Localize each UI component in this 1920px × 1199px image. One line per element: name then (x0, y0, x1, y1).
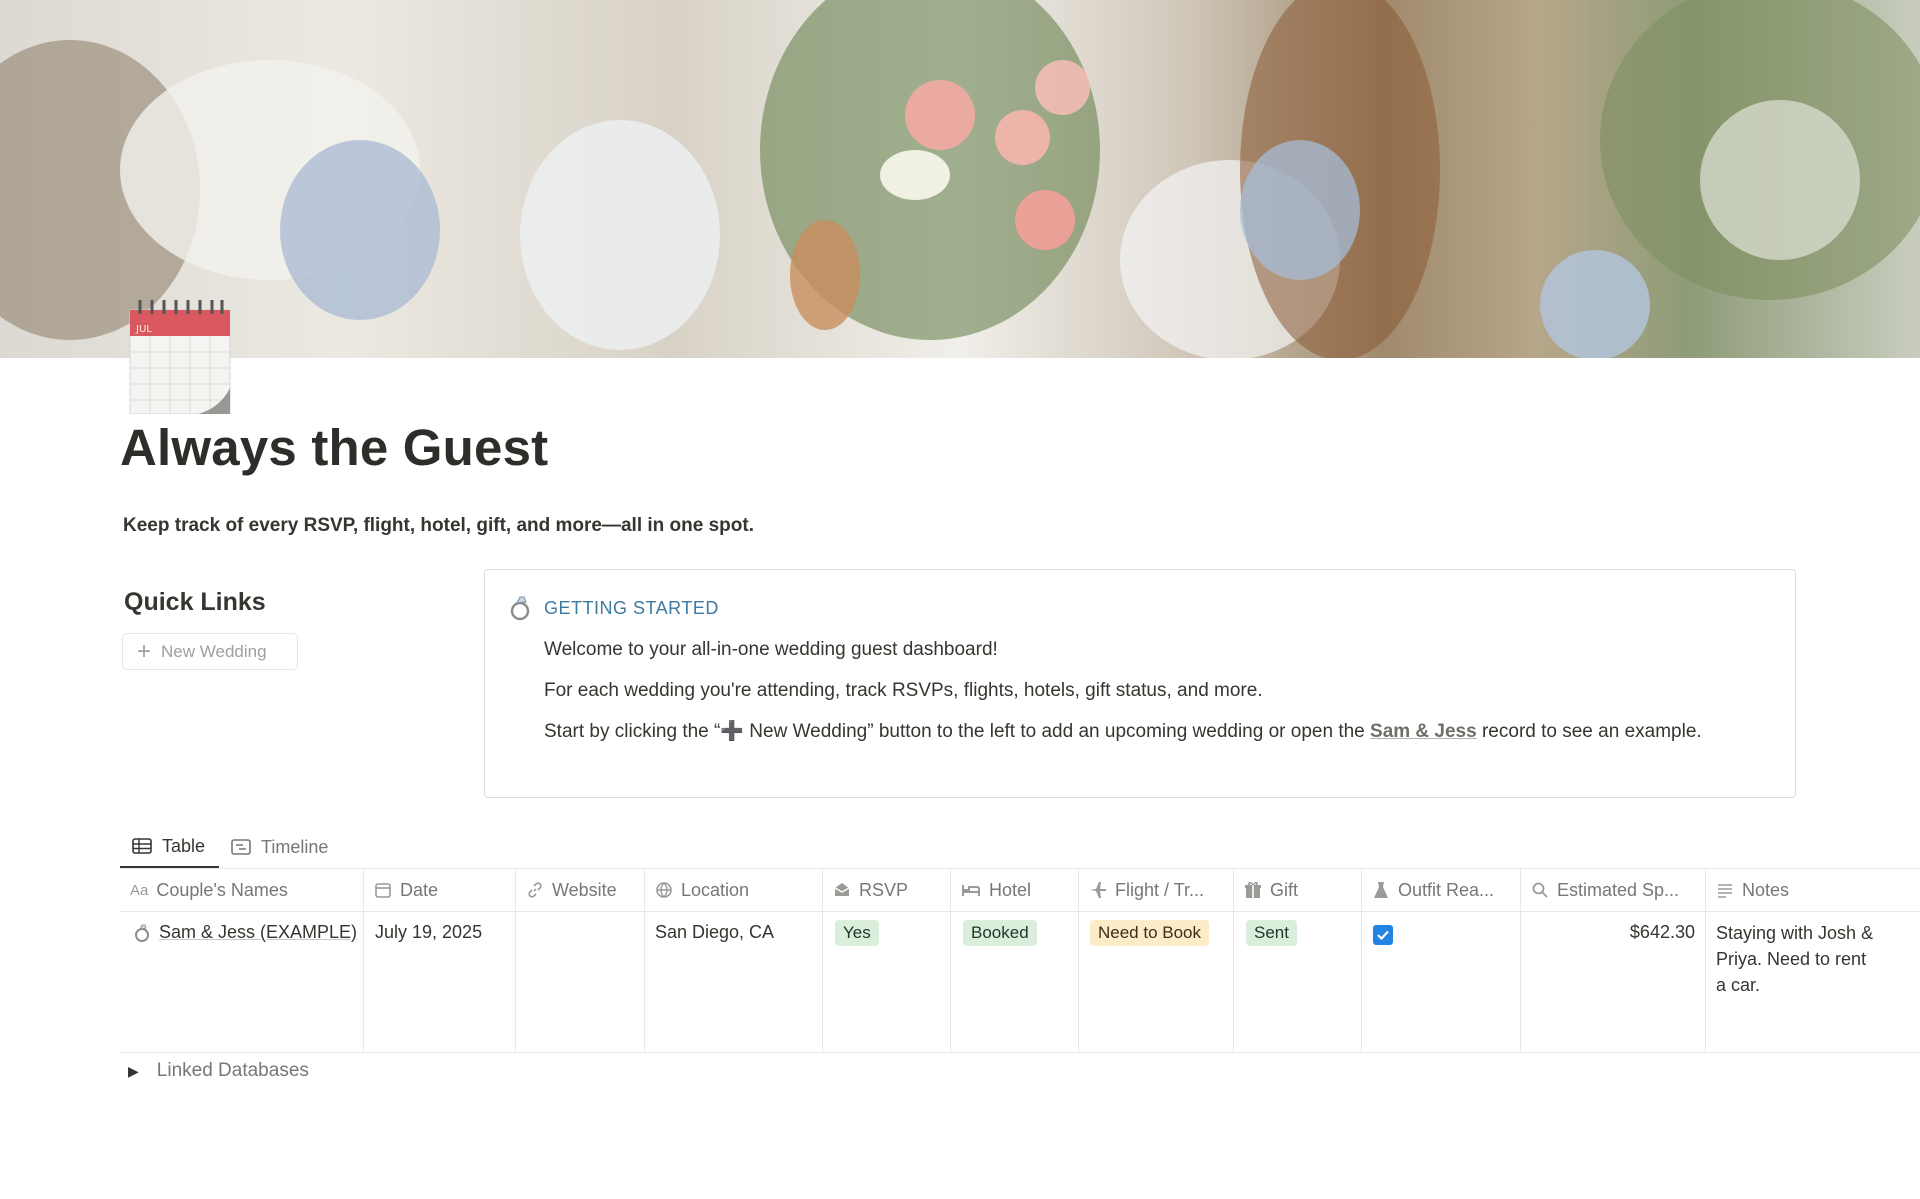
flight-tag: Need to Book (1090, 920, 1210, 946)
column-couples-names[interactable]: Aa Couple's Names (120, 869, 364, 911)
cell-date[interactable]: July 19, 2025 (375, 922, 482, 943)
calendar-icon[interactable]: JUL (128, 296, 232, 415)
cell-estimated-spend[interactable]: $642.30 (1521, 922, 1695, 943)
gift-tag: Sent (1246, 920, 1297, 946)
outfit-ready-checkbox[interactable] (1373, 925, 1393, 945)
globe-icon (656, 882, 672, 898)
hotel-tag: Booked (963, 920, 1037, 946)
weddings-table: Aa Couple's Names Date Website Location … (120, 868, 1920, 1053)
ring-icon (507, 594, 535, 622)
table-icon (132, 838, 152, 854)
linked-databases-label: Linked Databases (156, 1060, 309, 1081)
column-label: Date (400, 879, 439, 900)
quick-links-heading: Quick Links (124, 588, 266, 616)
page-title[interactable]: Always the Guest (120, 418, 548, 477)
gift-icon (1245, 882, 1261, 898)
new-wedding-button[interactable]: + New Wedding (122, 633, 298, 670)
linked-databases-toggle[interactable]: ▶ Linked Databases (128, 1060, 309, 1082)
page-subtitle: Keep track of every RSVP, flight, hotel,… (123, 515, 754, 536)
tab-table-label: Table (162, 835, 206, 856)
table-row[interactable]: Sam & Jess (EXAMPLE) July 19, 2025 San D… (120, 912, 1920, 1053)
cell-hotel[interactable]: Booked (963, 920, 1037, 946)
column-label: Notes (1742, 879, 1790, 900)
dress-icon (1374, 882, 1388, 898)
tab-timeline-label: Timeline (261, 836, 329, 857)
cell-couples-names[interactable]: Sam & Jess (EXAMPLE) (132, 922, 357, 943)
cell-flight[interactable]: Need to Book (1090, 920, 1210, 946)
column-estimated-spend[interactable]: Estimated Sp... (1521, 869, 1706, 911)
column-label: Outfit Rea... (1398, 879, 1495, 900)
search-icon (1532, 882, 1548, 898)
column-label: Couple's Names (156, 879, 288, 900)
sam-jess-link[interactable]: Sam & Jess (1370, 721, 1477, 742)
callout-line-3-cont: an example. (1598, 721, 1702, 742)
view-tabs: Table Timeline (120, 826, 342, 868)
column-label: Location (681, 879, 750, 900)
new-wedding-label: New Wedding (161, 641, 267, 661)
tab-table[interactable]: Table (120, 826, 220, 868)
link-icon (528, 882, 542, 898)
column-flight[interactable]: Flight / Tr... (1079, 869, 1234, 911)
column-hotel[interactable]: Hotel (951, 869, 1079, 911)
column-label: Gift (1270, 879, 1299, 900)
column-label: Hotel (989, 879, 1032, 900)
column-date[interactable]: Date (364, 869, 516, 911)
callout-line-3: Start by clicking the “➕ New Wedding” bu… (544, 716, 1774, 748)
callout-line-1: Welcome to your all-in-one wedding guest… (544, 639, 998, 660)
row-name[interactable]: Sam & Jess (EXAMPLE) (159, 922, 357, 943)
table-header: Aa Couple's Names Date Website Location … (120, 868, 1920, 912)
envelope-icon (834, 883, 850, 896)
cell-notes[interactable]: Staying with Josh & Priya. Need to rent … (1716, 920, 1881, 998)
column-website[interactable]: Website (516, 869, 645, 911)
timeline-icon (231, 839, 251, 855)
title-icon: Aa (130, 881, 149, 899)
cell-location[interactable]: San Diego, CA (655, 922, 774, 943)
callout-line-2: For each wedding you're attending, track… (544, 680, 1263, 701)
triangle-right-icon[interactable]: ▶ (128, 1063, 139, 1080)
calendar-small-icon (375, 883, 391, 898)
cell-gift[interactable]: Sent (1246, 920, 1297, 946)
callout-line-3-end: record to see (1481, 721, 1593, 742)
column-rsvp[interactable]: RSVP (823, 869, 951, 911)
column-notes[interactable]: Notes (1706, 869, 1920, 911)
column-label: Website (552, 879, 617, 900)
cover-image (0, 0, 1920, 358)
notes-icon (1718, 884, 1732, 898)
svg-text:JUL: JUL (135, 324, 152, 335)
cell-rsvp[interactable]: Yes (835, 920, 879, 946)
rsvp-tag: Yes (835, 920, 879, 946)
column-label: Flight / Tr... (1115, 879, 1205, 900)
plus-icon: + (137, 637, 152, 665)
tab-timeline[interactable]: Timeline (219, 826, 342, 868)
bed-icon (962, 885, 980, 896)
ring-icon (135, 924, 149, 942)
plane-icon (1090, 882, 1106, 898)
callout-title: GETTING STARTED (544, 598, 719, 618)
column-outfit-ready[interactable]: Outfit Rea... (1362, 869, 1521, 911)
column-label: Estimated Sp... (1557, 879, 1680, 900)
column-location[interactable]: Location (645, 869, 823, 911)
column-gift[interactable]: Gift (1234, 869, 1362, 911)
getting-started-callout: GETTING STARTED Welcome to your all-in-o… (484, 569, 1796, 798)
column-label: RSVP (859, 879, 909, 900)
callout-line-3-text: Start by clicking the “➕ New Wedding” bu… (544, 721, 1365, 742)
check-icon (1377, 930, 1389, 941)
